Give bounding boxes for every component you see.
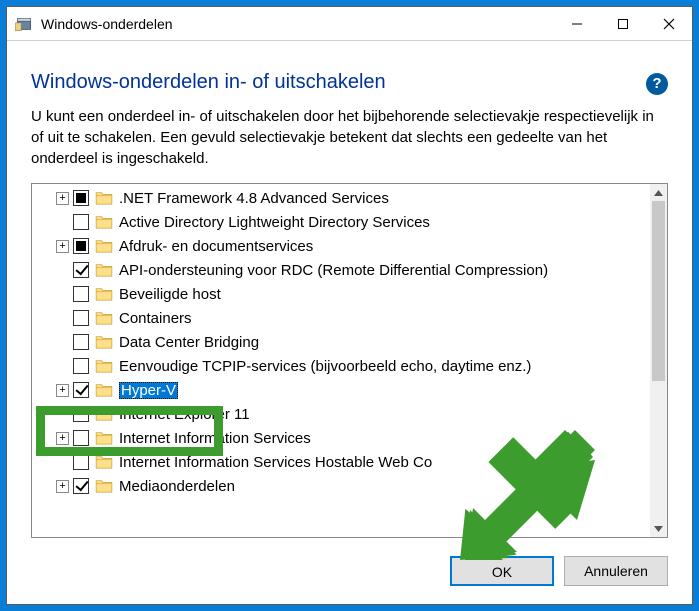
feature-label: Beveiligde host (119, 286, 221, 303)
feature-row[interactable]: + .NET Framework 4.8 Advanced Services (32, 186, 650, 210)
expand-spacer (56, 216, 69, 229)
feature-label: Hyper-V (119, 382, 178, 399)
expand-toggle[interactable]: + (56, 432, 69, 445)
feature-checkbox[interactable] (73, 190, 89, 206)
titlebar: Windows-onderdelen (7, 7, 692, 41)
feature-row[interactable]: + Mediaonderdelen (32, 474, 650, 498)
expand-toggle[interactable]: + (56, 192, 69, 205)
close-button[interactable] (646, 7, 692, 40)
feature-label: .NET Framework 4.8 Advanced Services (119, 190, 389, 207)
expand-spacer (56, 336, 69, 349)
feature-checkbox[interactable] (73, 382, 89, 398)
maximize-button[interactable] (600, 7, 646, 40)
dialog-heading: Windows-onderdelen in- of uitschakelen (31, 71, 638, 94)
expand-toggle[interactable]: + (56, 480, 69, 493)
folder-icon (95, 263, 113, 277)
help-icon[interactable]: ? (646, 73, 668, 95)
folder-icon (95, 359, 113, 373)
window-title: Windows-onderdelen (41, 16, 173, 32)
folder-icon (95, 335, 113, 349)
folder-icon (95, 431, 113, 445)
folder-icon (95, 455, 113, 469)
feature-checkbox[interactable] (73, 310, 89, 326)
folder-icon (95, 239, 113, 253)
folder-icon (95, 311, 113, 325)
feature-row[interactable]: API-ondersteuning voor RDC (Remote Diffe… (32, 258, 650, 282)
expand-spacer (56, 456, 69, 469)
expand-spacer (56, 360, 69, 373)
feature-label: Active Directory Lightweight Directory S… (119, 214, 430, 231)
feature-row[interactable]: Containers (32, 306, 650, 330)
features-listbox: + .NET Framework 4.8 Advanced Services Act… (31, 183, 668, 538)
feature-checkbox[interactable] (73, 334, 89, 350)
folder-icon (95, 383, 113, 397)
feature-label: Mediaonderdelen (119, 478, 235, 495)
feature-row[interactable]: + Afdruk- en documentservices (32, 234, 650, 258)
feature-checkbox[interactable] (73, 262, 89, 278)
feature-row[interactable]: Internet Information Services Hostable W… (32, 450, 650, 474)
minimize-button[interactable] (554, 7, 600, 40)
feature-checkbox[interactable] (73, 358, 89, 374)
feature-label: Containers (119, 310, 192, 327)
folder-icon (95, 479, 113, 493)
feature-checkbox[interactable] (73, 238, 89, 254)
feature-row[interactable]: + Hyper-V (32, 378, 650, 402)
feature-row[interactable]: + Internet Information Services (32, 426, 650, 450)
feature-row[interactable]: Beveiligde host (32, 282, 650, 306)
expand-spacer (56, 288, 69, 301)
dialog-window: Windows-onderdelen Windows-onderdelen in… (6, 6, 693, 605)
dialog-description: U kunt een onderdeel in- of uitschakelen… (31, 106, 668, 169)
feature-label: Internet Information Services Hostable W… (119, 454, 432, 471)
folder-icon (95, 287, 113, 301)
feature-checkbox[interactable] (73, 214, 89, 230)
feature-label: Data Center Bridging (119, 334, 259, 351)
feature-checkbox[interactable] (73, 406, 89, 422)
feature-row[interactable]: Data Center Bridging (32, 330, 650, 354)
scroll-up-arrow-icon[interactable] (650, 184, 667, 201)
feature-row[interactable]: Internet Explorer 11 (32, 402, 650, 426)
feature-checkbox[interactable] (73, 430, 89, 446)
cancel-button[interactable]: Annuleren (564, 556, 668, 586)
feature-label: API-ondersteuning voor RDC (Remote Diffe… (119, 262, 548, 279)
folder-icon (95, 407, 113, 421)
expand-spacer (56, 312, 69, 325)
scrollbar[interactable] (650, 184, 667, 537)
feature-checkbox[interactable] (73, 478, 89, 494)
scroll-down-arrow-icon[interactable] (650, 520, 667, 537)
dialog-content: Windows-onderdelen in- of uitschakelen ?… (7, 41, 692, 604)
feature-checkbox[interactable] (73, 454, 89, 470)
ok-button[interactable]: OK (450, 556, 554, 586)
button-row: OK Annuleren (31, 538, 668, 604)
scroll-thumb[interactable] (652, 201, 665, 381)
feature-row[interactable]: Eenvoudige TCPIP-services (bijvoorbeeld … (32, 354, 650, 378)
folder-icon (95, 215, 113, 229)
expand-toggle[interactable]: + (56, 384, 69, 397)
feature-label: Eenvoudige TCPIP-services (bijvoorbeeld … (119, 358, 531, 375)
folder-icon (95, 191, 113, 205)
expand-spacer (56, 264, 69, 277)
feature-checkbox[interactable] (73, 286, 89, 302)
feature-label: Afdruk- en documentservices (119, 238, 313, 255)
expand-spacer (56, 408, 69, 421)
feature-row[interactable]: Active Directory Lightweight Directory S… (32, 210, 650, 234)
window-icon (15, 15, 33, 33)
titlebar-controls (554, 7, 692, 40)
feature-label: Internet Explorer 11 (119, 406, 250, 423)
expand-toggle[interactable]: + (56, 240, 69, 253)
feature-label: Internet Information Services (119, 430, 311, 447)
